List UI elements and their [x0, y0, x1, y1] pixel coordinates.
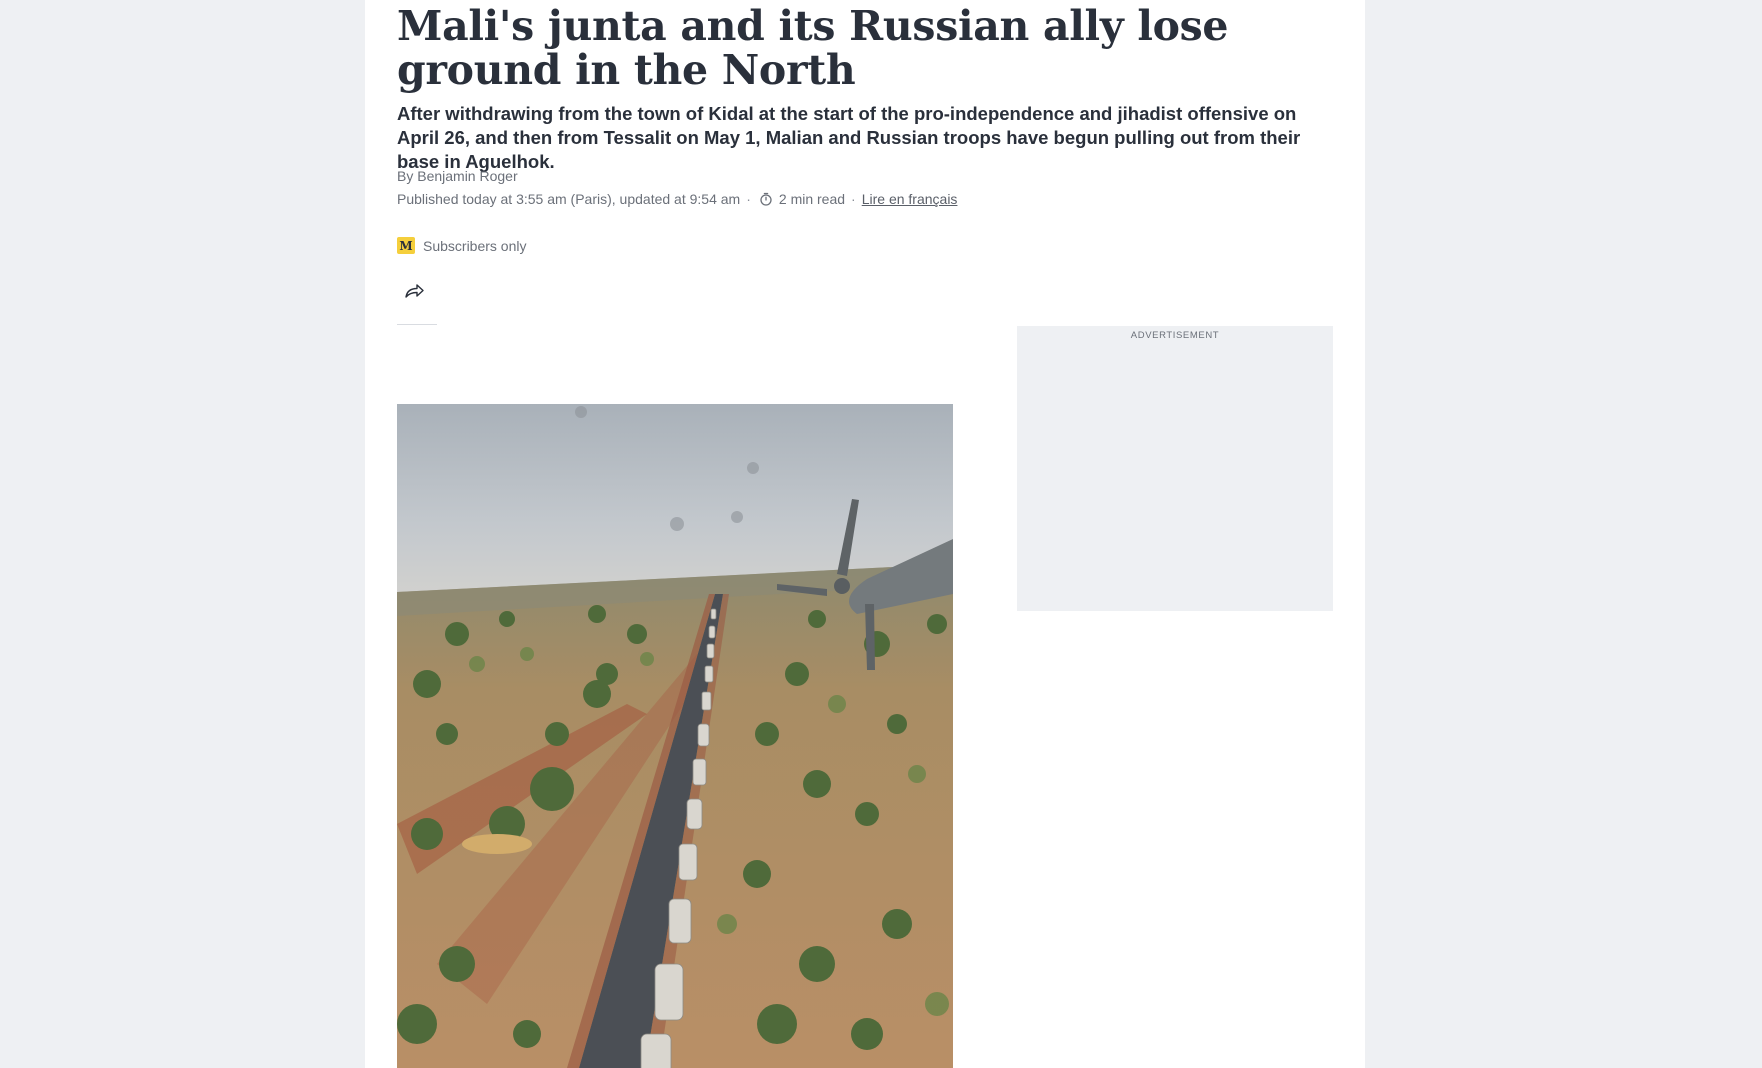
- le-monde-m-icon: M: [397, 237, 415, 254]
- article-page: Mali's junta and its Russian ally lose g…: [365, 0, 1365, 1068]
- share-divider: [397, 324, 437, 325]
- meta-separator: ·: [746, 191, 751, 207]
- meta-separator: ·: [851, 191, 856, 207]
- share-arrow-icon: [403, 282, 425, 305]
- read-in-french-link[interactable]: Lire en français: [862, 190, 958, 208]
- author-link[interactable]: By Benjamin Roger: [397, 168, 518, 184]
- article-standfirst: After withdrawing from the town of Kidal…: [397, 103, 1301, 172]
- subscribers-only-badge: M Subscribers only: [397, 237, 527, 254]
- stopwatch-icon: [759, 192, 773, 206]
- aerial-convoy-photo: [397, 404, 953, 1068]
- advertisement-slot[interactable]: ADVERTISEMENT: [1017, 326, 1333, 611]
- share-button[interactable]: [399, 278, 429, 308]
- article-photo: [397, 404, 953, 1068]
- advertisement-label: ADVERTISEMENT: [1130, 330, 1220, 341]
- read-time: 2 min read: [778, 191, 846, 207]
- article-headline: Mali's junta and its Russian ally lose g…: [397, 2, 1229, 94]
- article-meta: Published today at 3:55 am (Paris), upda…: [397, 190, 957, 208]
- byline: By Benjamin Roger: [397, 167, 518, 185]
- publish-date: Published today at 3:55 am (Paris), upda…: [397, 191, 741, 207]
- subscribers-only-label: Subscribers only: [423, 237, 527, 254]
